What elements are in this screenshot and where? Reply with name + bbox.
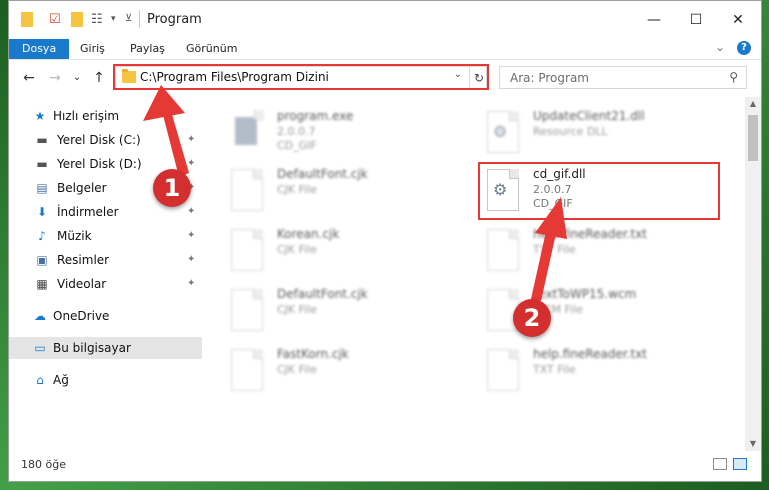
annotation-arrows <box>143 85 567 301</box>
step-1-badge: 1 <box>153 169 191 207</box>
step-2-badge: 2 <box>513 299 551 337</box>
arrow-2-shaft <box>531 227 557 301</box>
arrow-2-head <box>535 197 567 239</box>
file-explorer-window: ☑ ☷ ▾ ⊻ Program — ☐ ✕ Dosya Giriş Paylaş… <box>8 0 762 482</box>
arrow-1-head <box>143 85 185 121</box>
arrow-1-shaft <box>163 111 189 177</box>
